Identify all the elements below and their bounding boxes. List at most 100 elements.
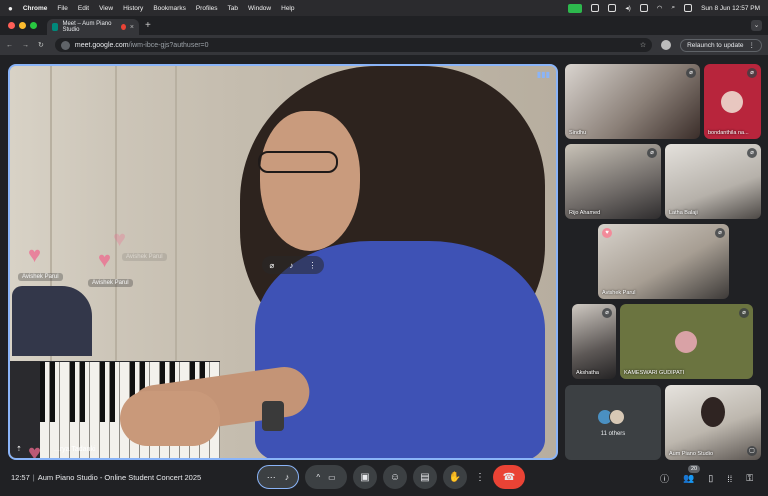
call-controls: ⋯ ♪ ^ ▭ ▣ ☺ ▤ ✋ ⋮ ☎ — [257, 465, 525, 489]
participant-tile[interactable]: ⌀ bondanthila na... — [704, 64, 761, 139]
mic-off-icon: ⌀ — [747, 68, 757, 78]
leave-call-button[interactable]: ☎ — [493, 465, 525, 489]
participant-tile[interactable]: ⌀ Rijo Ahamed — [565, 144, 661, 219]
reaction-name: Avishek Parul — [88, 279, 133, 287]
participant-tile[interactable]: ▢ Aum Piano Studio — [665, 385, 761, 460]
participant-name: KAMESWARI GUDIPATI — [624, 370, 685, 376]
mic-off-icon: ⌀ — [602, 308, 612, 318]
forward-arrow-icon[interactable]: → — [22, 42, 29, 49]
chevron-up-icon[interactable]: ^ — [316, 473, 320, 482]
menu-help[interactable]: Help — [281, 5, 294, 12]
recording-indicator-icon — [121, 24, 126, 30]
participant-tile[interactable]: ⌀ KAMESWARI GUDIPATI — [620, 304, 753, 379]
menu-file[interactable]: File — [57, 5, 67, 12]
browser-toolbar: ← → ↻ meet.google.com/iwm-ibce-gjs?authu… — [0, 35, 768, 55]
wifi-icon[interactable]: ◠ — [657, 4, 663, 12]
volume-icon[interactable]: ◂) — [625, 4, 630, 12]
back-arrow-icon[interactable]: ← — [6, 42, 13, 49]
more-vert-icon: ⋮ — [475, 471, 485, 483]
menu-history[interactable]: History — [123, 5, 143, 12]
raise-hand-button[interactable]: ✋ — [443, 465, 467, 489]
participant-avatar — [675, 331, 697, 353]
captions-icon: ▤ — [420, 471, 430, 483]
participant-tile[interactable]: ⌀ Akshatha — [572, 304, 616, 379]
people-icon[interactable]: 👥 — [683, 473, 694, 484]
relaunch-button[interactable]: Relaunch to update ⋮ — [680, 38, 762, 52]
participant-tile[interactable]: ⌀ Latha Balaji — [665, 144, 761, 219]
reload-icon[interactable]: ↻ — [38, 41, 44, 49]
url-host: meet.google.com — [74, 41, 129, 49]
speaking-indicator-icon: ▮▮▮ — [536, 70, 550, 79]
participant-name: Avishek Parul — [602, 290, 636, 296]
side-controls: ⓘ 👥 ▯ ⁞⁞ ⚿ — [660, 472, 753, 485]
camera-active-icon[interactable] — [568, 3, 583, 13]
present-button[interactable]: ▣ — [353, 465, 377, 489]
activities-icon[interactable]: ⁞⁞ — [727, 474, 732, 484]
search-menubar-icon[interactable]: ⌕ — [671, 4, 675, 12]
emoji-icon: ☺ — [389, 471, 401, 483]
more-options-icon[interactable]: ⋮ — [308, 261, 316, 270]
others-tile[interactable]: 11 others — [565, 385, 661, 460]
tab-close-icon[interactable]: × — [130, 24, 134, 31]
new-tab-button[interactable]: + — [139, 20, 151, 35]
mic-off-icon: ⌀ — [739, 308, 749, 318]
meeting-info: 12:57 | Aum Piano Studio - Online Student … — [11, 473, 201, 482]
profile-avatar[interactable] — [661, 40, 672, 50]
hand-icon: ✋ — [448, 471, 462, 483]
main-video-tile[interactable]: ♥ Avishek Parul ♥ Avishek Parul ♥ Avishe… — [8, 64, 558, 460]
apple-icon[interactable]: ● — [8, 4, 13, 13]
menu-app-name[interactable]: Chrome — [23, 5, 48, 12]
person-hands-shape — [120, 391, 220, 446]
mic-icon[interactable]: ♪ — [285, 472, 290, 482]
more-options-button[interactable]: ⋮ — [473, 465, 487, 489]
minimize-window-button[interactable] — [19, 22, 26, 29]
participant-name: Aum Piano Studio — [669, 451, 714, 457]
camera-button[interactable]: ^ ▭ — [305, 465, 347, 489]
more-options-icon[interactable]: ⋯ — [267, 472, 276, 483]
participant-tile[interactable]: ⌀ Sindhu — [565, 64, 700, 139]
participant-tile[interactable]: ♥ ⌀ Avishek Parul — [598, 224, 729, 299]
heart-reaction-icon: ♥ — [113, 226, 127, 251]
captions-button[interactable]: ▤ — [413, 465, 437, 489]
mic-off-icon: ⌀ — [715, 228, 725, 238]
zoom-window-button[interactable] — [30, 22, 37, 29]
mic-icon[interactable]: ♪ — [289, 261, 293, 270]
bookmark-status-icon[interactable] — [608, 4, 617, 12]
menu-view[interactable]: View — [99, 5, 113, 12]
main-speaker-name: ...rya Tadanki — [54, 446, 96, 453]
mic-off-icon[interactable]: ⌀ — [270, 261, 275, 270]
menu-tab[interactable]: Tab — [228, 5, 238, 12]
menu-window[interactable]: Window — [248, 5, 271, 12]
close-window-button[interactable] — [8, 22, 15, 29]
menubar-datetime[interactable]: Sun 8 Jun 12:57 PM — [701, 5, 760, 12]
url-path: /iwm-ibce-gjs?authuser=0 — [128, 41, 209, 49]
camera-icon[interactable]: ▭ — [328, 473, 336, 482]
status-icon[interactable] — [591, 4, 600, 12]
pip-icon[interactable]: ▢ — [747, 446, 757, 456]
bookmark-star-icon[interactable]: ☆ — [640, 41, 646, 49]
meeting-title: Aum Piano Studio - Online Student Concer… — [37, 473, 202, 482]
menu-profiles[interactable]: Profiles — [196, 5, 218, 12]
mic-button[interactable]: ⋯ ♪ — [257, 465, 299, 489]
tab-search-chevron-icon[interactable]: ⌄ — [751, 20, 762, 31]
menu-edit[interactable]: Edit — [78, 5, 89, 12]
reaction-name: Avishek Parul — [18, 273, 63, 281]
mic-off-icon: ⌀ — [686, 68, 696, 78]
info-icon[interactable]: ⓘ — [660, 472, 669, 485]
host-controls-icon[interactable]: ⚿ — [746, 473, 753, 484]
tab-meet[interactable]: Meet – Aum Piano Studio × — [47, 19, 139, 35]
chat-icon[interactable]: ▯ — [708, 473, 713, 484]
control-center-icon[interactable] — [684, 4, 693, 12]
glasses-shape — [258, 151, 338, 173]
reactions-button[interactable]: ☺ — [383, 465, 407, 489]
battery-icon[interactable] — [639, 4, 648, 12]
browser-tabbar: Meet – Aum Piano Studio × + ⌄ — [0, 16, 768, 35]
participant-hair-shape — [701, 397, 725, 427]
heart-reaction-icon: ♥ — [602, 228, 612, 238]
site-info-icon[interactable] — [60, 40, 70, 50]
pin-icon[interactable]: ⇡ — [16, 445, 22, 453]
menu-bookmarks[interactable]: Bookmarks — [153, 5, 186, 12]
reaction-name: Avishek Parul — [122, 253, 167, 261]
heart-reaction-icon: ♥ — [28, 440, 42, 460]
omnibox[interactable]: meet.google.com/iwm-ibce-gjs?authuser=0 … — [54, 38, 653, 52]
